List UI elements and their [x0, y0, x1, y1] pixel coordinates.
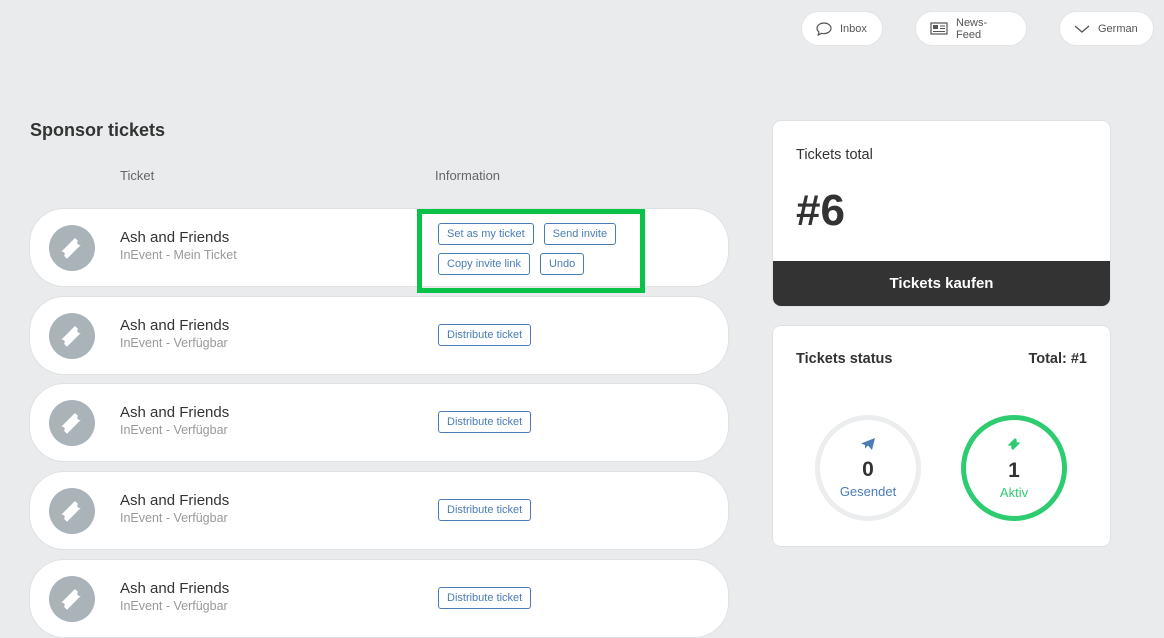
page-title: Sponsor tickets	[30, 120, 166, 140]
newsfeed-label: News-Feed	[956, 16, 988, 41]
tickets-total-card: Tickets total #6 Tickets kaufen	[773, 121, 1110, 306]
ticket-actions: Distribute ticket	[438, 587, 532, 609]
ticket-icon	[49, 225, 95, 271]
ticket-actions: Distribute ticket	[438, 324, 532, 346]
language-label: German	[1098, 22, 1138, 35]
ticket-name: Ash and Friends	[120, 317, 230, 334]
ticket-name: Ash and Friends	[120, 404, 230, 421]
ticket-status: InEvent - Verfügbar	[120, 599, 228, 613]
sent-label: Gesendet	[839, 484, 897, 499]
ticket-row: Ash and Friends InEvent - Verfügbar Dist…	[30, 297, 728, 374]
active-stat: 1 Aktiv	[961, 415, 1067, 521]
inbox-button[interactable]: Inbox	[802, 12, 882, 45]
undo-button[interactable]: Undo	[539, 253, 585, 275]
newsfeed-button[interactable]: News-Feed	[916, 12, 1026, 45]
ticket-icon	[1006, 436, 1022, 457]
inbox-label: Inbox	[840, 22, 867, 35]
active-label: Aktiv	[999, 485, 1029, 500]
chevron-down-icon	[1074, 24, 1090, 34]
sent-count: 0	[862, 458, 874, 481]
tickets-status-title: Tickets status	[796, 351, 893, 367]
ticket-status: InEvent - Mein Ticket	[120, 248, 237, 262]
newspaper-icon	[930, 22, 948, 35]
ticket-icon	[49, 313, 95, 359]
ticket-status: InEvent - Verfügbar	[120, 511, 228, 525]
ticket-icon	[49, 576, 95, 622]
active-count: 1	[1008, 459, 1020, 482]
ticket-row: Ash and Friends InEvent - Verfügbar Dist…	[30, 472, 728, 549]
distribute-ticket-button[interactable]: Distribute ticket	[438, 324, 532, 346]
speech-bubble-icon	[816, 21, 832, 36]
ticket-icon	[49, 400, 95, 446]
ticket-actions: Distribute ticket	[438, 411, 532, 433]
copy-invite-link-button[interactable]: Copy invite link	[438, 253, 530, 275]
ticket-row: Ash and Friends InEvent - Verfügbar Dist…	[30, 560, 728, 637]
ticket-actions: Set as my ticket Send invite Copy invite…	[438, 223, 617, 275]
distribute-ticket-button[interactable]: Distribute ticket	[438, 499, 532, 521]
tickets-status-total: Total: #1	[1028, 351, 1087, 367]
ticket-icon	[49, 488, 95, 534]
ticket-row: Ash and Friends InEvent - Mein Ticket Se…	[30, 209, 728, 286]
tickets-total-title: Tickets total	[796, 147, 873, 163]
ticket-name: Ash and Friends	[120, 229, 230, 246]
ticket-row: Ash and Friends InEvent - Verfügbar Dist…	[30, 384, 728, 461]
ticket-status: InEvent - Verfügbar	[120, 336, 228, 350]
buy-tickets-button[interactable]: Tickets kaufen	[773, 261, 1110, 306]
paper-plane-icon	[860, 437, 876, 456]
ticket-name: Ash and Friends	[120, 580, 230, 597]
language-selector[interactable]: German	[1060, 12, 1153, 45]
ticket-actions: Distribute ticket	[438, 499, 532, 521]
set-as-my-ticket-button[interactable]: Set as my ticket	[438, 223, 534, 245]
column-header-information: Information	[435, 168, 501, 183]
ticket-status: InEvent - Verfügbar	[120, 423, 228, 437]
tickets-status-card: Tickets status Total: #1 0 Gesendet 1 Ak…	[773, 326, 1110, 546]
distribute-ticket-button[interactable]: Distribute ticket	[438, 411, 532, 433]
sent-stat: 0 Gesendet	[815, 415, 921, 521]
column-header-ticket: Ticket	[120, 168, 155, 183]
tickets-total-value: #6	[796, 186, 845, 235]
send-invite-button[interactable]: Send invite	[543, 223, 617, 245]
ticket-name: Ash and Friends	[120, 492, 230, 509]
distribute-ticket-button[interactable]: Distribute ticket	[438, 587, 532, 609]
